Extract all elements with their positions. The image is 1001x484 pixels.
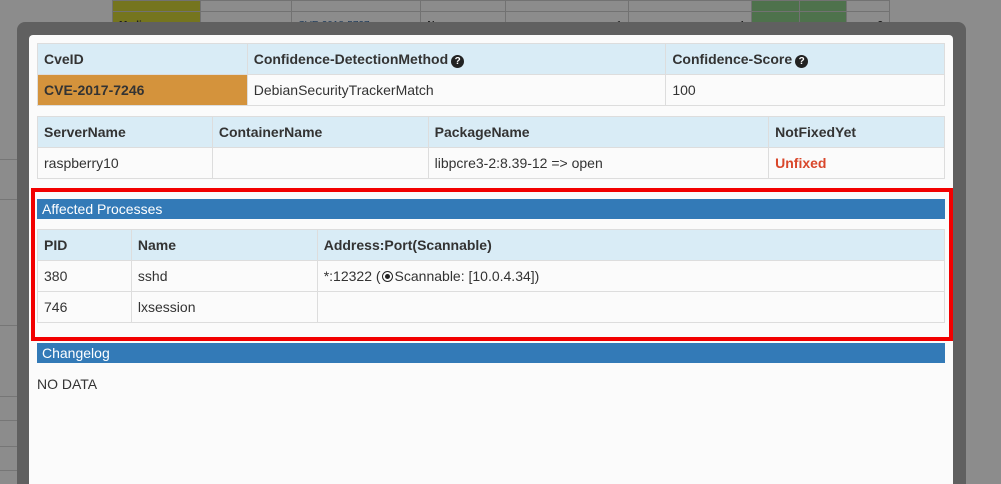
containername-header: ContainerName xyxy=(211,116,429,148)
changelog-body: NO DATA xyxy=(37,376,98,392)
detection-method-header: Confidence-DetectionMethod? xyxy=(246,43,667,75)
servername-header: ServerName xyxy=(37,116,213,148)
servername-cell: raspberry10 xyxy=(37,147,213,179)
table-row: CVE-2017-7246 DebianSecurityTrackerMatch… xyxy=(37,74,945,106)
cve-summary-table: CveID Confidence-DetectionMethod? Confid… xyxy=(37,43,945,106)
detection-method-cell: DebianSecurityTrackerMatch xyxy=(246,74,667,106)
question-circle-icon[interactable]: ? xyxy=(795,54,809,68)
notfixedyet-header: NotFixedYet xyxy=(768,116,945,148)
changelog-header: Changelog xyxy=(37,343,945,363)
confidence-score-cell: 100 xyxy=(665,74,945,106)
cveid-cell[interactable]: CVE-2017-7246 xyxy=(37,74,248,106)
table-header-row: CveID Confidence-DetectionMethod? Confid… xyxy=(37,43,945,75)
table-header-row: ServerName ContainerName PackageName Not… xyxy=(37,116,945,148)
table-row: raspberry10 libpcre3-2:8.39-12 => open U… xyxy=(37,147,945,179)
packagename-header: PackageName xyxy=(427,116,770,148)
question-circle-icon[interactable]: ? xyxy=(451,54,465,68)
notfixedyet-status: Unfixed xyxy=(768,147,945,179)
package-table: ServerName ContainerName PackageName Not… xyxy=(37,116,945,179)
cveid-header: CveID xyxy=(37,43,248,75)
affected-processes-highlight xyxy=(31,188,953,341)
packagename-cell: libpcre3-2:8.39-12 => open xyxy=(427,147,770,179)
confidence-score-header: Confidence-Score? xyxy=(665,43,945,75)
containername-cell xyxy=(211,147,429,179)
